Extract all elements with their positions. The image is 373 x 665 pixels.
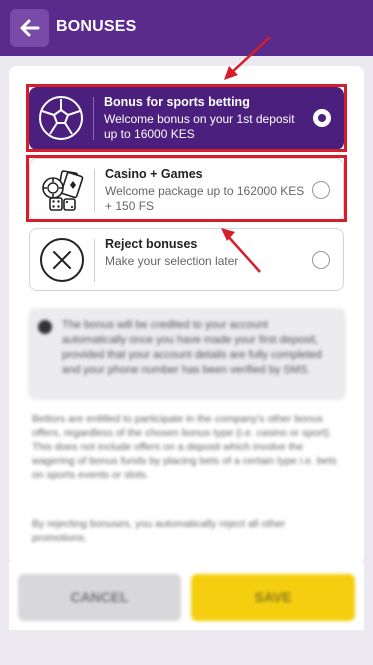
save-button[interactable]: SAVE (191, 574, 355, 621)
info-box: The bonus will be credited to your accou… (28, 308, 346, 400)
info-text: The bonus will be credited to your accou… (62, 319, 322, 376)
cancel-button[interactable]: CANCEL (18, 574, 181, 621)
arrow-down-icon (224, 36, 271, 80)
info-icon (38, 320, 52, 334)
terms-note: Bettors are entitled to participate in t… (32, 413, 337, 481)
terms-note: By rejecting bonuses, you automatically … (32, 518, 286, 544)
arrow-up-icon (221, 228, 261, 273)
